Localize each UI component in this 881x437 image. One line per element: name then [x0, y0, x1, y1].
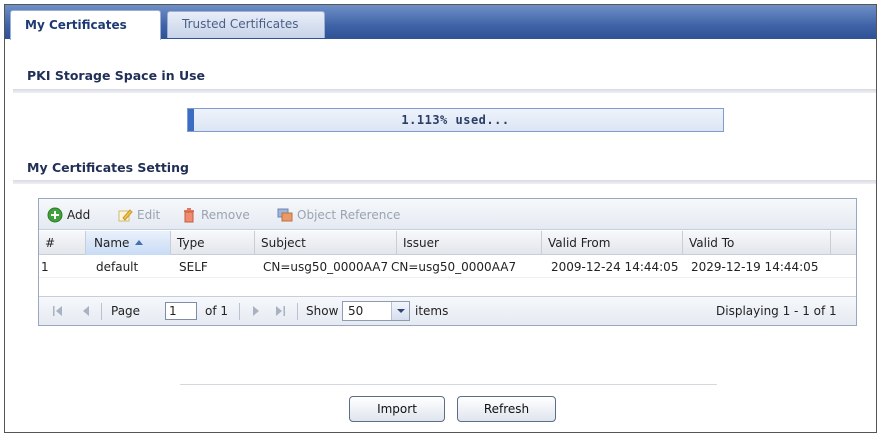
certificates-grid: Add Edit Remove Object Reference # Name …	[38, 198, 857, 326]
page-label: Page	[111, 304, 141, 318]
edit-button[interactable]: Edit	[117, 206, 160, 224]
import-button[interactable]: Import	[349, 396, 445, 422]
pager-separator	[297, 303, 298, 320]
chevron-down-icon	[391, 302, 409, 320]
column-header-name[interactable]: Name	[86, 231, 171, 255]
grid-toolbar: Add Edit Remove Object Reference	[39, 199, 856, 230]
add-button[interactable]: Add	[47, 206, 90, 224]
storage-usage-bar: 1.113% used...	[187, 108, 724, 132]
cell-valid-to: 2029-12-19 14:44:05	[691, 260, 819, 274]
certificates-panel: My Certificates Trusted Certificates PKI…	[4, 4, 877, 433]
storage-usage-text: 1.113% used...	[401, 113, 510, 127]
last-page-icon[interactable]	[273, 305, 287, 317]
object-reference-icon	[277, 207, 293, 223]
edit-label: Edit	[137, 208, 161, 222]
cell-number: 1	[41, 260, 49, 274]
section-divider	[13, 180, 876, 184]
pager-separator	[239, 303, 240, 320]
remove-label: Remove	[201, 208, 250, 222]
edit-icon	[117, 207, 133, 223]
remove-button[interactable]: Remove	[181, 206, 250, 224]
column-header-subject[interactable]: Subject	[255, 231, 397, 255]
object-reference-button[interactable]: Object Reference	[277, 206, 400, 224]
displaying-count: Displaying 1 - 1 of 1	[716, 304, 837, 318]
items-label: items	[415, 304, 449, 318]
grid-pager: Page 1 of 1 Show 50 items Displaying 1 -…	[39, 296, 856, 325]
trash-icon	[181, 207, 197, 223]
pager-separator	[101, 303, 102, 320]
refresh-button[interactable]: Refresh	[457, 396, 556, 422]
cell-subject: CN=usg50_0000AA7	[263, 260, 389, 274]
certs-section-title: My Certificates Setting	[27, 160, 189, 175]
tab-strip: My Certificates Trusted Certificates	[5, 5, 876, 40]
page-count-label: of 1	[205, 304, 229, 318]
cell-type: SELF	[179, 260, 208, 274]
page-size-value: 50	[348, 304, 364, 318]
next-page-icon[interactable]	[249, 305, 263, 317]
page-number-input[interactable]: 1	[165, 302, 197, 320]
footer-divider	[180, 384, 717, 385]
cell-issuer: CN=usg50_0000AA7	[391, 260, 517, 274]
object-reference-label: Object Reference	[297, 208, 401, 222]
sort-ascending-icon	[135, 240, 144, 245]
add-icon	[47, 207, 63, 223]
show-label: Show	[306, 304, 339, 318]
cell-valid-from: 2009-12-24 14:44:05	[551, 260, 679, 274]
column-header-number[interactable]: #	[39, 231, 86, 255]
column-header-valid-from[interactable]: Valid From	[542, 231, 683, 255]
table-row[interactable]: 1 default SELF CN=usg50_0000AA7 CN=usg50…	[39, 256, 856, 278]
tab-trusted-certificates[interactable]: Trusted Certificates	[167, 11, 325, 38]
first-page-icon[interactable]	[51, 305, 65, 317]
tab-my-certificates[interactable]: My Certificates	[10, 10, 161, 40]
storage-section-title: PKI Storage Space in Use	[27, 68, 206, 83]
column-header-issuer[interactable]: Issuer	[397, 231, 542, 255]
column-header-name-label: Name	[94, 236, 130, 250]
column-header-type[interactable]: Type	[171, 231, 255, 255]
column-header-valid-to[interactable]: Valid To	[683, 231, 831, 255]
grid-header-row: # Name Type Subject Issuer Valid From Va…	[39, 231, 856, 255]
page-size-select[interactable]: 50	[342, 301, 410, 321]
add-label: Add	[67, 208, 91, 222]
cell-name: default	[96, 260, 139, 274]
section-divider	[13, 89, 876, 93]
previous-page-icon[interactable]	[79, 305, 93, 317]
